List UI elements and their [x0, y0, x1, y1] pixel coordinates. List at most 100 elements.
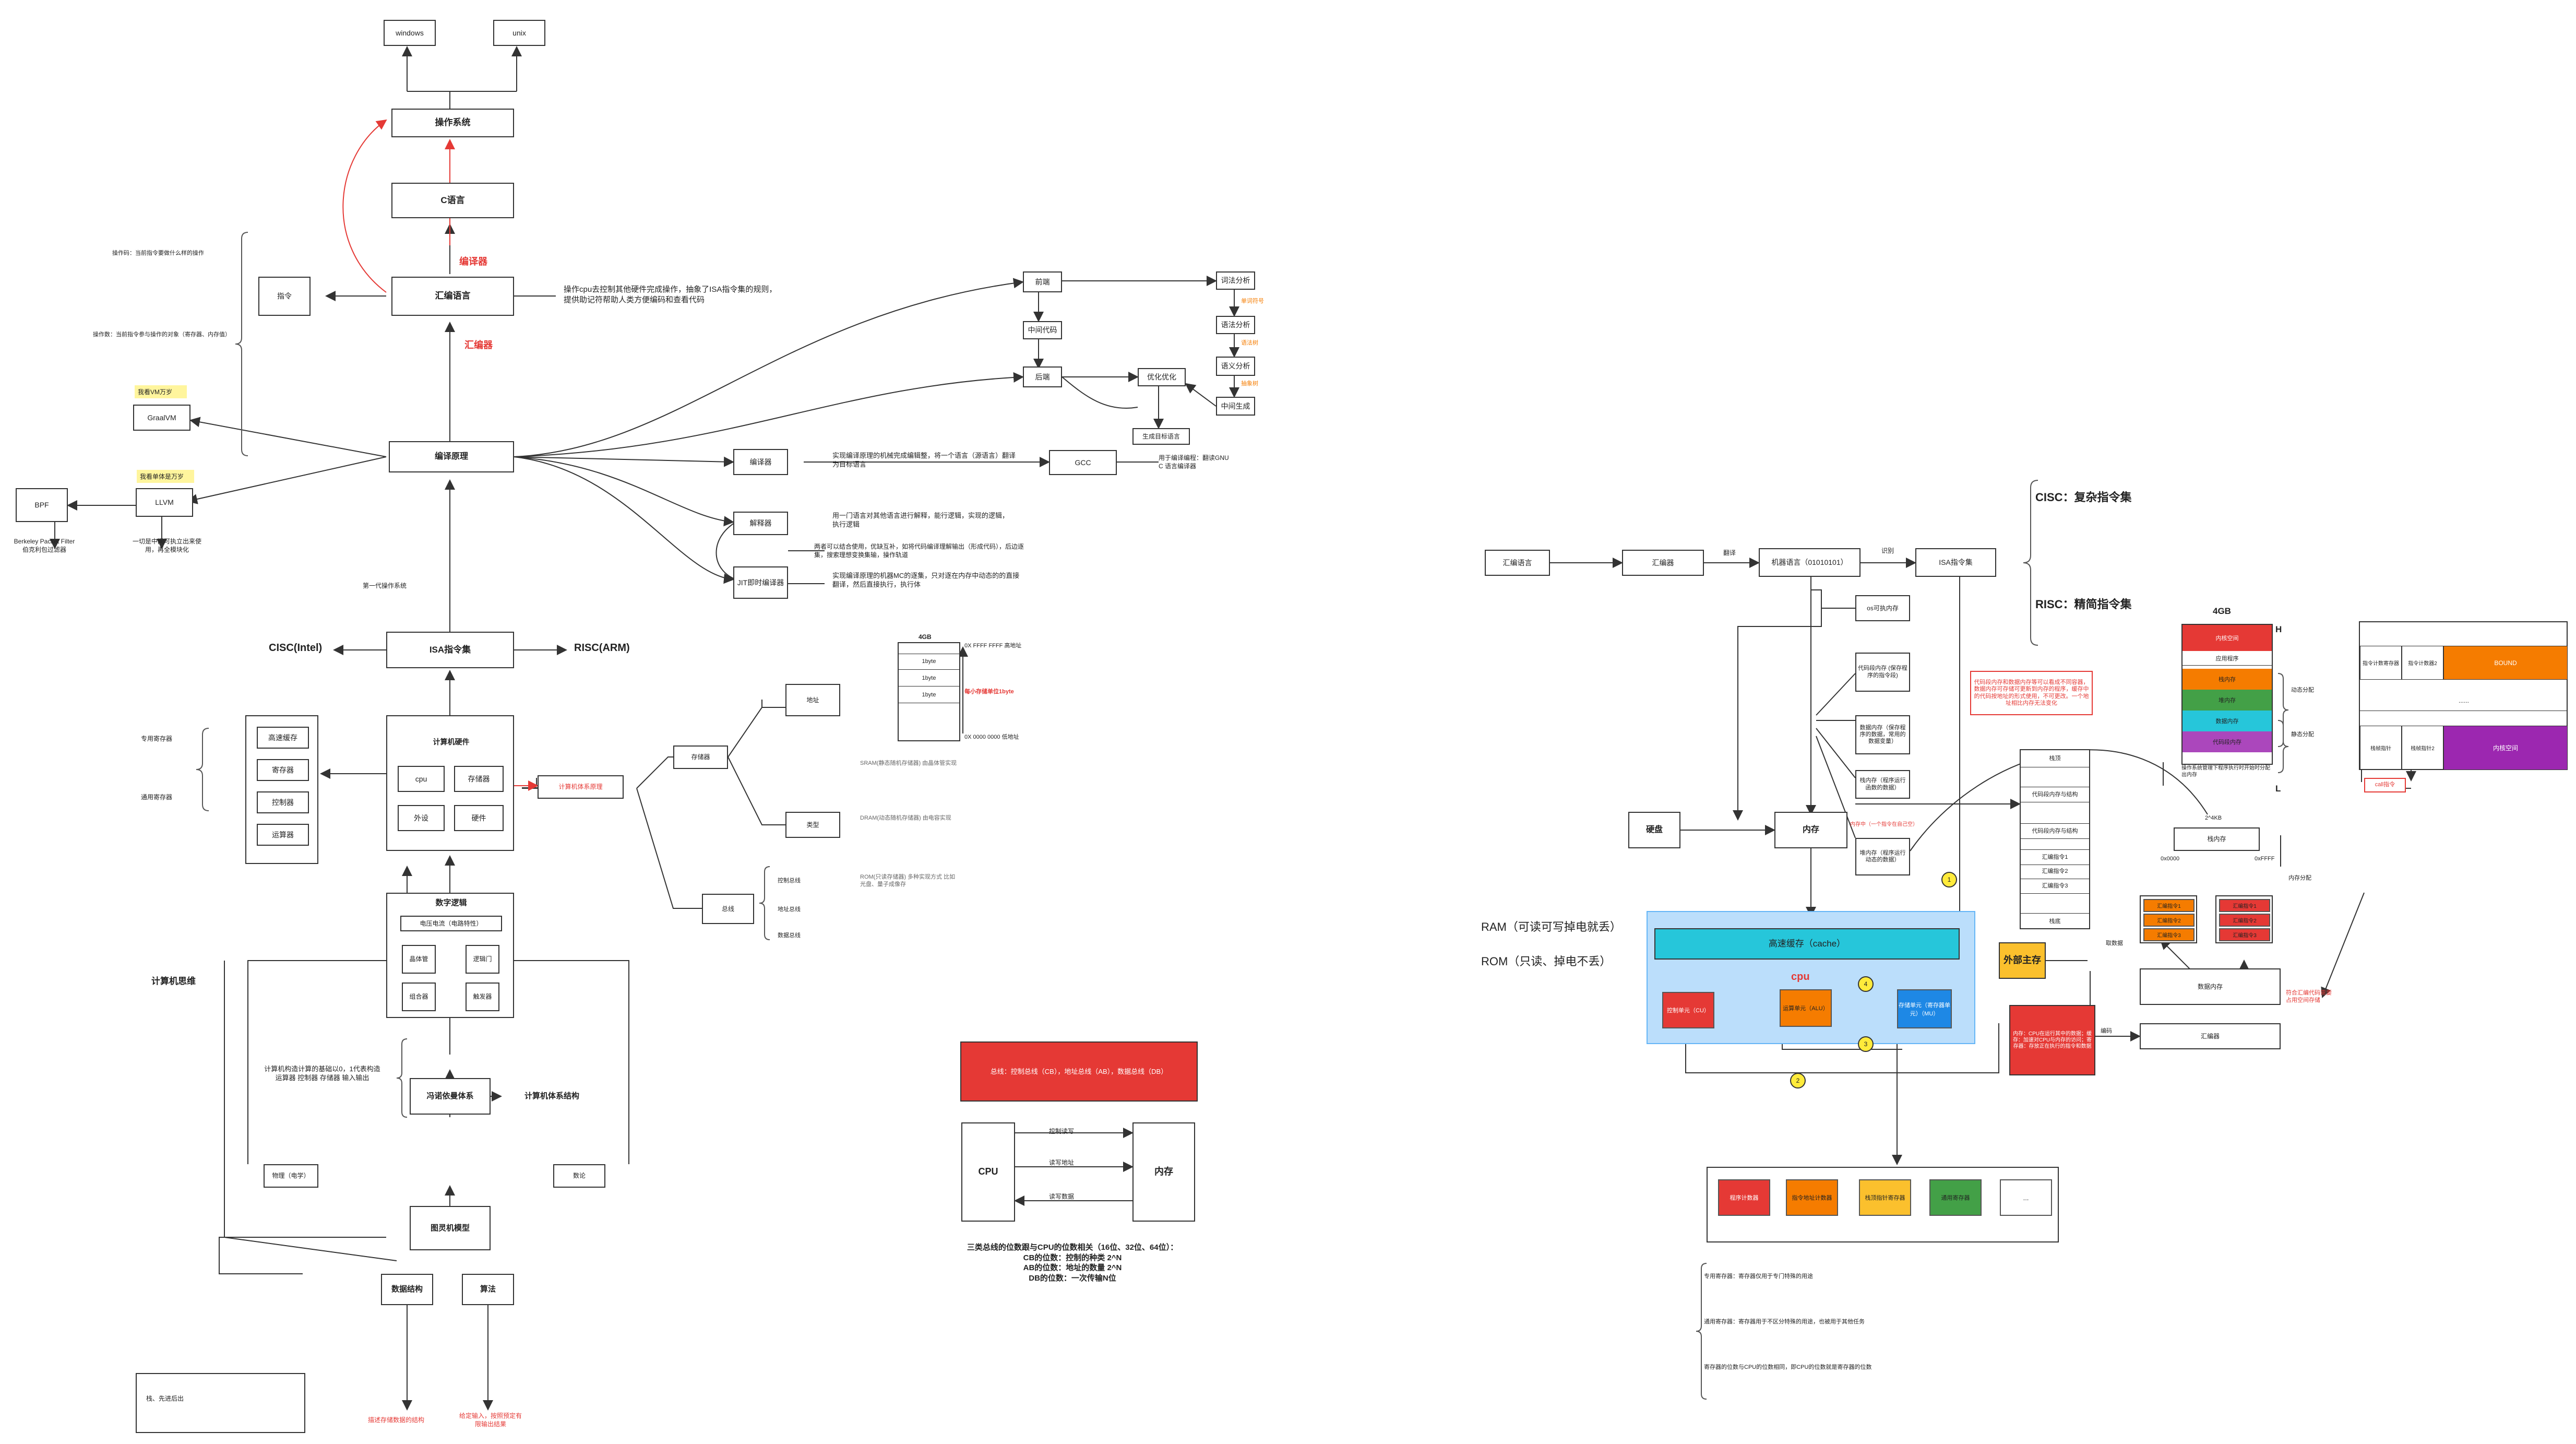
reg-alu[interactable]: 运算器 — [257, 824, 309, 846]
os-node[interactable]: 操作系统 — [391, 109, 514, 137]
r-table-head-1: 指令计数器2 — [2402, 646, 2443, 680]
mem-cell-1: 1byte — [899, 654, 959, 670]
gate-transistor[interactable]: 晶体管 — [402, 945, 436, 974]
codegen-node[interactable]: 生成目标语言 — [1132, 428, 1190, 445]
interp-desc2: 两者可以结合使用，优缺互补，如将代码编译理解输出（形成代码），后边逐集，搜索理想… — [814, 543, 1024, 559]
r-reg-gen[interactable]: 通用寄存器 — [1929, 1179, 1982, 1216]
r-bottom1: 专用寄存器：寄存器仅用于专门特殊的用途 — [1704, 1273, 1813, 1280]
r-assembler-node[interactable]: 汇编器 — [1622, 550, 1704, 576]
c-lang-node[interactable]: C语言 — [391, 183, 514, 218]
graalvm-node[interactable]: GraalVM — [133, 405, 190, 431]
digital-logic-title: 数字逻辑 — [435, 898, 467, 907]
reg-controller[interactable]: 控制器 — [257, 791, 309, 813]
cpu-node[interactable]: cpu — [398, 766, 445, 792]
r-reg-unit[interactable]: 存储单元（寄存器单元）（MU） — [1897, 989, 1952, 1028]
gcc-desc: 用于编译编程：翻读GNU C 语言编译器 — [1159, 454, 1229, 470]
r-assembler2[interactable]: 汇编器 — [2140, 1023, 2281, 1049]
asm-node[interactable]: 汇编语言 — [391, 277, 514, 316]
r-data-mem[interactable]: 数据内存 — [2140, 968, 2281, 1005]
jit-box[interactable]: JIT即时编译器 — [733, 566, 788, 599]
bpf-node[interactable]: BPF — [16, 488, 68, 522]
r-ctrl-unit[interactable]: 控制单元（CU） — [1662, 992, 1714, 1028]
r-rom-text: ROM（只读、掉电不丢） — [1481, 955, 1612, 968]
reg-cache[interactable]: 高速缓存 — [257, 727, 309, 749]
lex-node[interactable]: 词法分析 — [1216, 271, 1255, 290]
r-machine-node[interactable]: 机器语言（01010101） — [1759, 548, 1861, 577]
physics-node[interactable]: 物理（电学） — [264, 1164, 318, 1188]
compiler-box[interactable]: 编译器 — [733, 449, 788, 475]
instr-node[interactable]: 指令 — [258, 277, 311, 316]
r-stack-3: 代码段内存与结构 — [2021, 823, 2089, 839]
r-vm-node[interactable]: os可执内存 — [1855, 595, 1910, 621]
bus-addr-text: 地址总线 — [778, 906, 801, 913]
address-node[interactable]: 地址 — [785, 684, 840, 716]
ir-gen-node[interactable]: 中间生成 — [1216, 397, 1255, 416]
bus-node[interactable]: 总线 — [702, 894, 754, 924]
gate-flipflop[interactable]: 触发器 — [466, 983, 499, 1011]
circuit-node[interactable]: 电压电流（电路特性） — [400, 916, 502, 931]
r-data-seg[interactable]: 数据内存（保存程序的数据，常用的数据变量） — [1855, 715, 1910, 754]
gate-combiner[interactable]: 组合器 — [402, 983, 436, 1011]
llvm-node[interactable]: LLVM — [136, 488, 193, 517]
backend-node[interactable]: 后端 — [1023, 366, 1062, 387]
r-alu[interactable]: 运算单元（ALU） — [1780, 989, 1832, 1027]
cpu2-node[interactable]: CPU — [961, 1122, 1015, 1222]
r-high: H — [2275, 624, 2282, 634]
type-node[interactable]: 类型 — [785, 812, 840, 838]
r-stack-seg[interactable]: 栈内存（程序运行函数的数据） — [1855, 770, 1910, 799]
gcc-node[interactable]: GCC — [1049, 450, 1117, 475]
syntax-node[interactable]: 语法分析 — [1216, 316, 1255, 334]
r-orange-stack: 汇编指令1 汇编指令2 汇编指令3 — [2140, 895, 2197, 943]
semantic-node[interactable]: 语义分析 — [1216, 357, 1255, 376]
von-neumann-node[interactable]: 冯诺依曼体系 — [410, 1078, 491, 1115]
interpreter-box[interactable]: 解释器 — [733, 512, 788, 535]
r-red-1: 汇编指令2 — [2219, 914, 2270, 927]
algo-node[interactable]: 算法 — [462, 1274, 514, 1305]
algo-desc: 给定输入，按照预定有限输出结果 — [459, 1412, 522, 1428]
r-cache-node[interactable]: 高速缓存（cache） — [1654, 928, 1960, 960]
r-stack-mem[interactable]: 栈内存 — [2174, 827, 2260, 851]
ir-node[interactable]: 中间代码 — [1023, 321, 1062, 339]
math-node[interactable]: 数论 — [553, 1164, 605, 1188]
compile-principle-node[interactable]: 编译原理 — [389, 441, 514, 472]
gate-logic[interactable]: 逻辑门 — [466, 945, 499, 974]
r-mem-red: 内存中（一个指令在自己空） — [1850, 822, 1918, 827]
r-reg-pc[interactable]: 程序计数器 — [1718, 1179, 1770, 1216]
r-stack-1: 代码段内存与结构 — [2021, 787, 2089, 802]
r-stack-6: 汇编指令3 — [2021, 879, 2089, 894]
first-os-text: 第一代操作系统 — [363, 582, 407, 589]
r-reg-iac[interactable]: 指令地址计数器 — [1786, 1179, 1838, 1216]
r-memory-node[interactable]: 内存 — [1774, 812, 1847, 848]
mem2-node[interactable]: 内存 — [1132, 1122, 1195, 1222]
r-disk-node[interactable]: 硬盘 — [1628, 812, 1680, 848]
r-code-seg[interactable]: 代码段内存 (保存程序的指令段) — [1855, 653, 1910, 692]
isa-node[interactable]: ISA指令集 — [386, 632, 514, 668]
reg-register[interactable]: 寄存器 — [257, 759, 309, 781]
r-seg-code: 代码段内存 — [2183, 731, 2272, 752]
mem-principle-node[interactable]: 计算机体系原理 — [538, 775, 624, 799]
tree-flow: 语法树 — [1241, 340, 1258, 346]
storage-node[interactable]: 存储器 — [454, 766, 504, 792]
r-reg-group: 程序计数器 指令地址计数器 栈顶指针寄存器 通用寄存器 ... — [1707, 1167, 2059, 1242]
low-addr: 0X 0000 0000 低地址 — [964, 734, 1019, 740]
opt-node[interactable]: 优化优化 — [1138, 368, 1186, 386]
r-heap-seg[interactable]: 堆内存（程序运行动态的数据） — [1855, 838, 1910, 875]
r-asm-node[interactable]: 汇编语言 — [1485, 550, 1550, 576]
r-ext-store[interactable]: 外部主存 — [1999, 942, 2046, 979]
front-end-node[interactable]: 前端 — [1023, 271, 1062, 292]
cisc-intel-label: CISC(Intel) — [269, 642, 323, 654]
r-reg-sp[interactable]: 栈顶指针寄存器 — [1859, 1179, 1911, 1216]
storage2-node[interactable]: 存储器 — [673, 745, 728, 769]
windows-node[interactable]: windows — [384, 20, 436, 46]
r-table: 指令计数寄存器 指令计数器2 BOUND ...... 栈帧指针 栈帧指针2 内… — [2359, 621, 2568, 770]
r-step4: 4 — [1858, 976, 1874, 992]
mem-cells-group: 1byte 1byte 1byte — [898, 642, 960, 741]
io-in-node[interactable]: 外设 — [398, 805, 445, 831]
cell-note: 每小存储单位1byte — [964, 689, 1014, 695]
io-dev-node[interactable]: 硬件 — [454, 805, 504, 831]
r-isa-node[interactable]: ISA指令集 — [1915, 548, 1996, 577]
turing-node[interactable]: 图灵机模型 — [410, 1206, 491, 1250]
ds-node[interactable]: 数据结构 — [381, 1274, 433, 1305]
r-reg-more[interactable]: ... — [2000, 1179, 2052, 1216]
unix-node[interactable]: unix — [493, 20, 545, 46]
